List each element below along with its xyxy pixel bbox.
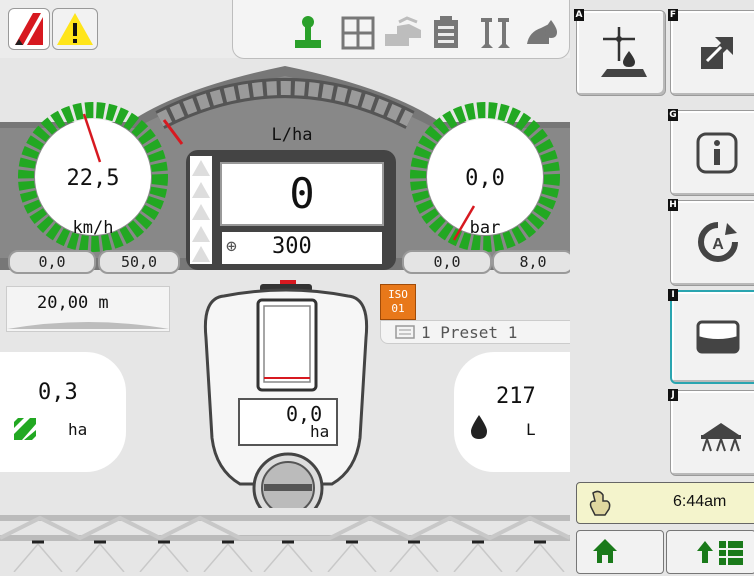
area-value: 0,3 [38,380,78,405]
softkey-panel: A F G A H I J 6:44am [570,0,754,574]
worked-area-icon [14,418,36,440]
rate-unit: L/ha [271,125,313,145]
pressure-value: 0,0 [465,166,505,191]
info-icon [696,132,738,174]
iso-badge-label: ISO [388,288,408,301]
field-application-icon [601,27,647,77]
section-grid-icon[interactable] [341,16,375,54]
key-letter-a: A [574,9,584,21]
preset-box[interactable]: 1 Preset 1 [380,320,572,344]
grid-menu-icon [719,541,743,565]
clock-time: 6:44am [673,493,727,510]
softkey-i-tank[interactable] [670,290,754,384]
key-letter-j: J [668,389,678,401]
joystick-hand-icon [589,490,611,516]
warning-icon[interactable] [52,8,98,50]
key-letter-g: G [668,109,678,121]
pressure-min: 0,0 [402,250,492,274]
joystick-icon[interactable] [291,16,325,54]
sprayer-top-view: 0,0 ha [200,278,372,508]
pressure-gauge: 0,0 bar [410,102,560,252]
tank-counter[interactable]: 217 L [454,352,570,472]
tank-unit: L [526,420,536,439]
iso-badge-number: 01 [391,302,405,315]
iso-badge[interactable]: ISO 01 [380,284,416,320]
sprayer-icon[interactable] [383,16,423,54]
boom-width-box[interactable]: 20,00 m [6,286,170,332]
menu-navigation-button[interactable] [666,530,754,574]
softkey-h-auto-mode[interactable]: A [670,200,754,286]
drop-icon [471,415,487,439]
tank-area-box: 0,0 ha [238,398,338,446]
home-button[interactable] [576,530,664,574]
boom-graphic [0,504,571,573]
softkey-j-boom[interactable] [670,390,754,476]
softkey-f-exit-fullscreen[interactable] [670,10,754,96]
rate-step-arrows [190,156,212,264]
key-letter-i: I [668,289,678,301]
nozzle-icon[interactable] [479,16,513,54]
tank-icon [696,320,740,354]
arrow-up-icon [697,541,713,563]
key-letter-h: H [668,199,678,211]
alarm-logo-icon[interactable] [8,8,50,50]
softkey-a-field-application[interactable] [576,10,666,96]
home-icon [593,539,617,563]
clock-bar: 6:44am [576,482,754,524]
rate-target: 300 [272,234,312,259]
pressure-unit: bar [469,218,501,238]
status-bar [0,0,570,59]
area-counter[interactable]: 0,3 ha [0,352,126,472]
preset-label: 1 Preset 1 [421,323,518,342]
rate-target-box[interactable]: ⊕ 300 [222,232,382,264]
speed-min: 0,0 [8,250,96,274]
clipboard-icon[interactable] [431,14,461,54]
status-icons-tab [232,0,570,59]
speed-gauge: 22,5 km/h [18,102,168,252]
exit-fullscreen-icon [701,37,733,69]
speed-value: 22,5 [66,166,120,191]
speed-unit: km/h [72,218,114,238]
softkey-g-info[interactable] [670,110,754,196]
boom-width-value: 20,00 m [37,293,109,313]
speed-max: 50,0 [98,250,180,274]
pressure-max: 8,0 [492,250,574,274]
tank-value: 217 [496,384,536,409]
tank-area-unit: ha [310,422,330,441]
product-icon[interactable] [523,14,563,54]
area-unit: ha [68,420,88,439]
crosshair-icon: ⊕ [226,236,237,257]
auto-mode-icon: A [698,222,738,262]
rate-panel: 0 ⊕ 300 [186,150,396,270]
rate-actual: 0 [220,162,384,226]
boom-icon [701,423,741,452]
key-letter-f: F [668,9,678,21]
svg-text:A: A [712,236,724,253]
